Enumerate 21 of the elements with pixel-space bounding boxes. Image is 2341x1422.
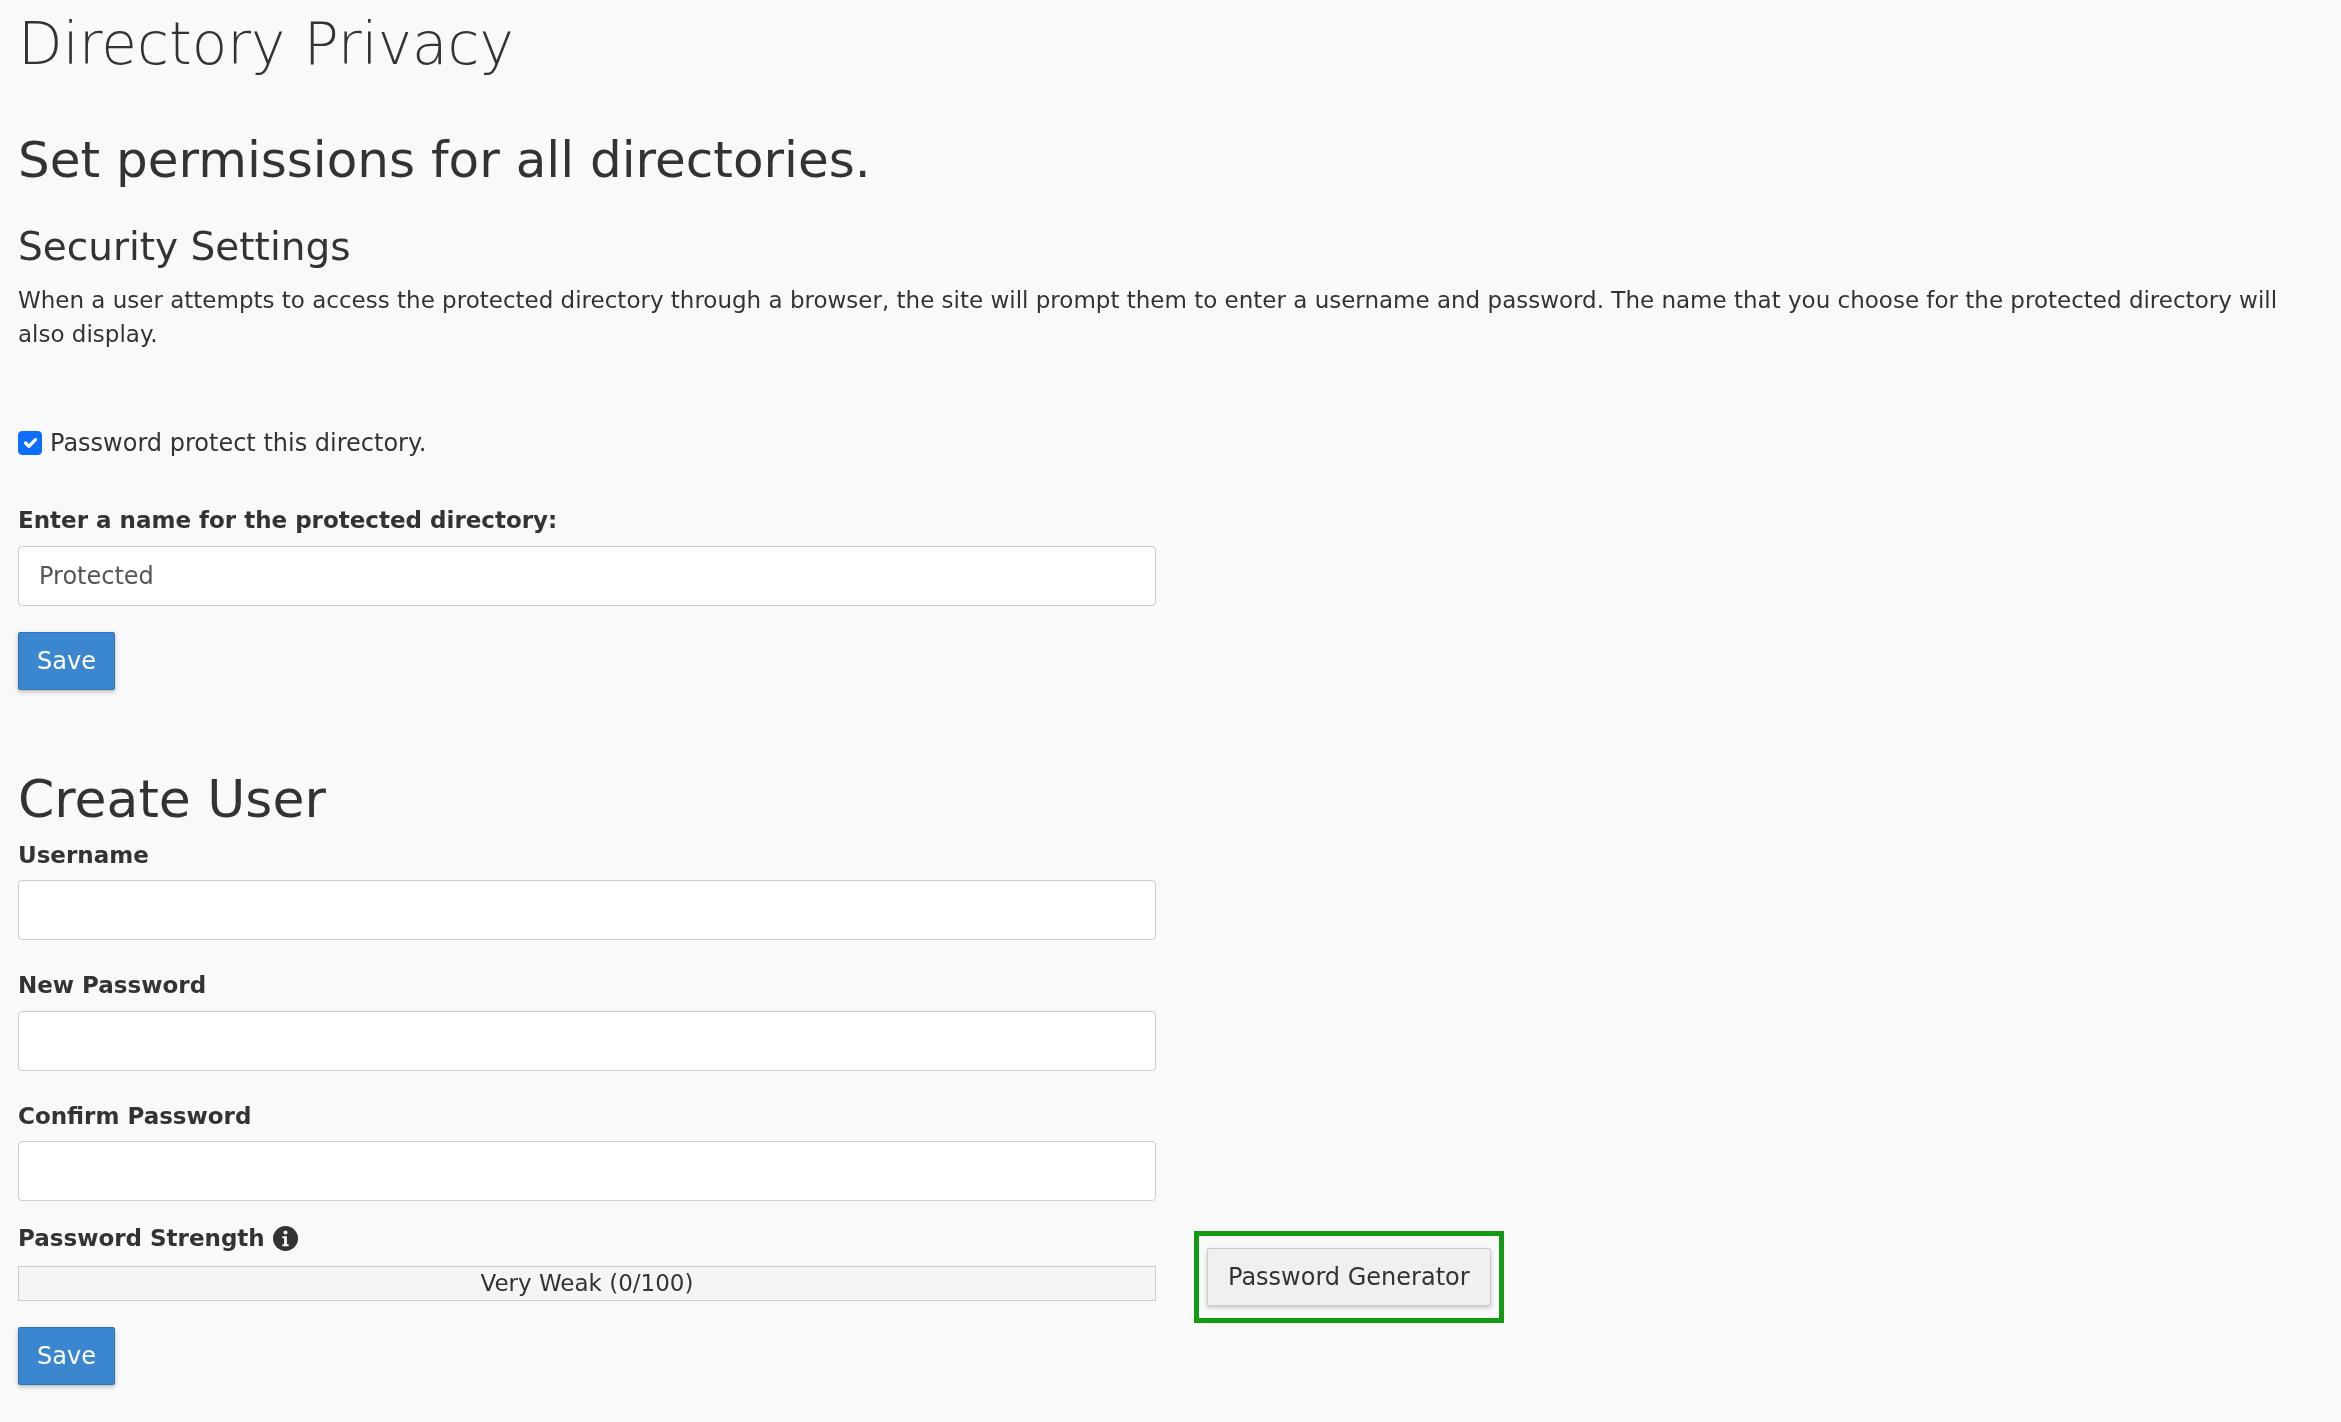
field-label: Enter a name for the protected directory:: [18, 506, 559, 536]
field-label: Username: [18, 840, 150, 870]
password-field[interactable]: [18, 1010, 1156, 1071]
strength-reading: Very Weak (0/100): [479, 1268, 695, 1298]
description-text: When a user attempts to access the protected directory through a browser, the site will prompt them to enter a username and password. The name that you choose for the protected directory will also display.: [18, 286, 2279, 349]
info-icon[interactable]: [272, 1226, 298, 1252]
password-field[interactable]: [18, 1141, 1156, 1202]
password-generator-button[interactable]: Password Generator: [1207, 1247, 1491, 1306]
field-label: New Password: [18, 971, 208, 1001]
protect-checkbox[interactable]: [18, 431, 42, 456]
save-button[interactable]: Save: [18, 631, 115, 690]
checkbox-label[interactable]: Password protect this directory.: [50, 425, 427, 462]
page-title: Directory Privacy: [18, 10, 515, 80]
section-title: Create User: [18, 767, 327, 830]
save-button[interactable]: Save: [18, 1326, 115, 1385]
field-label: Confirm Password: [18, 1101, 253, 1131]
directory-name-field[interactable]: Protected: [18, 545, 1156, 606]
section-title: Security Settings: [18, 223, 352, 271]
username-field[interactable]: [18, 880, 1156, 941]
section-heading: Set permissions for all directories.: [18, 129, 872, 190]
field-label: Password Strength: [18, 1224, 265, 1254]
